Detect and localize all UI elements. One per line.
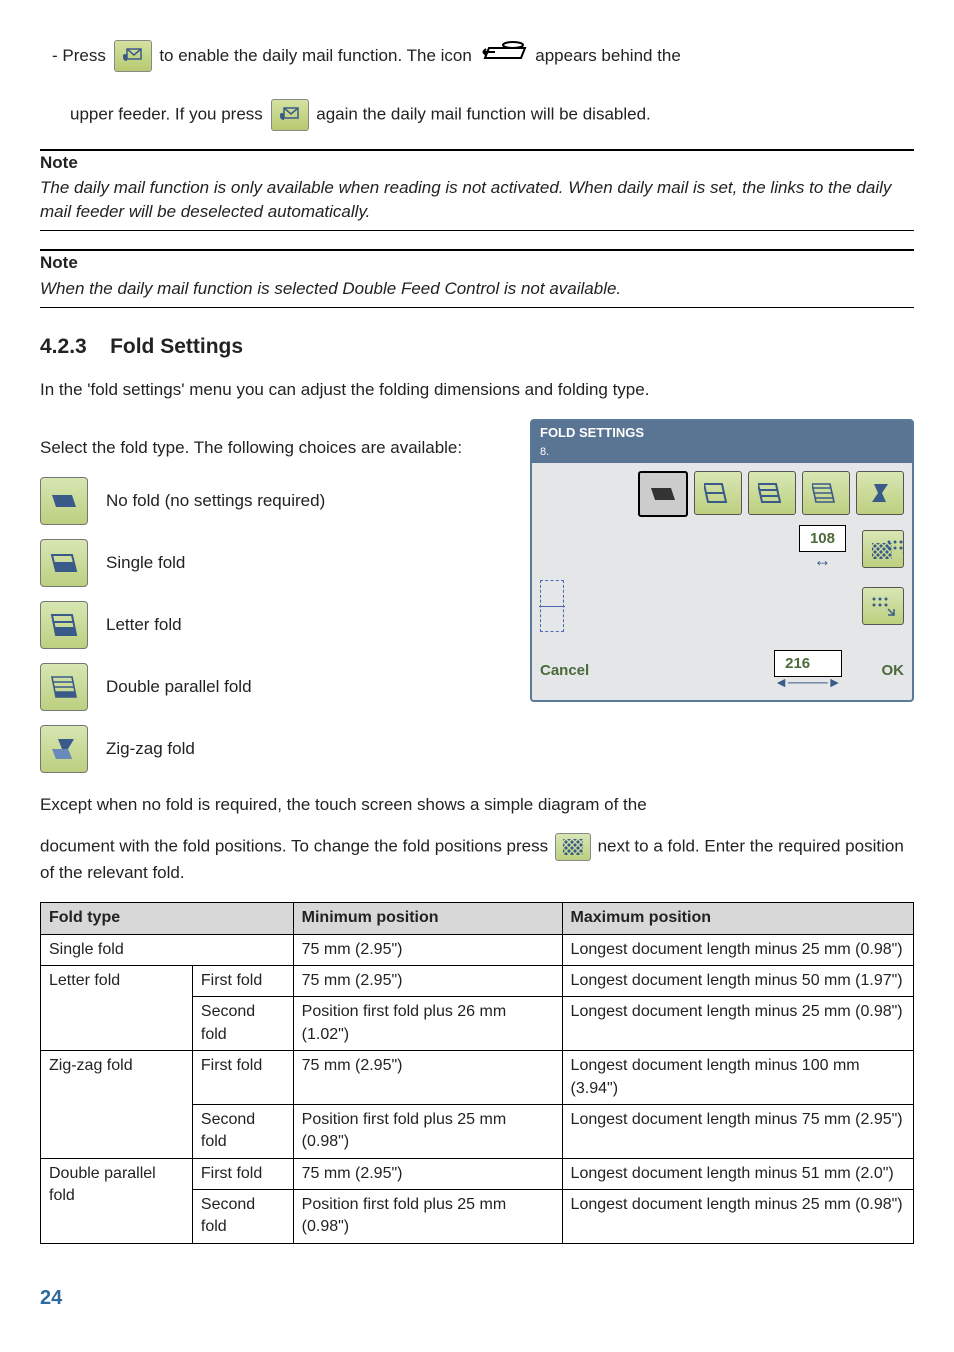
section-title: Fold Settings bbox=[110, 335, 243, 358]
fold-single-row: Single fold bbox=[40, 539, 510, 587]
section-intro: In the 'fold settings' menu you can adju… bbox=[40, 378, 914, 402]
double-parallel-fold-icon bbox=[40, 663, 88, 711]
single-fold-icon bbox=[40, 539, 88, 587]
text: again the daily mail function will be di… bbox=[316, 104, 651, 123]
fold-label: Zig-zag fold bbox=[106, 737, 195, 761]
hand-envelope-icon bbox=[271, 99, 309, 131]
text: to enable the daily mail function. The i… bbox=[159, 46, 476, 65]
th-max: Maximum position bbox=[562, 903, 913, 934]
text: Press bbox=[62, 46, 110, 65]
hand-envelope-icon bbox=[114, 40, 152, 72]
screen-doublefold-button[interactable] bbox=[802, 471, 850, 515]
instruction-item: Press to enable the daily mail function.… bbox=[70, 38, 914, 131]
paragraph: Except when no fold is required, the tou… bbox=[40, 793, 914, 817]
fold-letter-row: Letter fold bbox=[40, 601, 510, 649]
note-label: Note bbox=[40, 151, 914, 175]
tray-icon bbox=[481, 38, 527, 75]
fold-type-list: No fold (no settings required) Single fo… bbox=[40, 477, 510, 773]
zigzag-fold-icon bbox=[40, 725, 88, 773]
ok-button[interactable]: OK bbox=[882, 660, 905, 681]
note-body: The daily mail function is only availabl… bbox=[40, 176, 914, 231]
table-row: Zig-zag fold First fold 75 mm (2.95") Lo… bbox=[41, 1051, 914, 1105]
table-row: Single fold 75 mm (2.95") Longest docume… bbox=[41, 934, 914, 965]
table-row: Letter fold First fold 75 mm (2.95") Lon… bbox=[41, 965, 914, 996]
th-fold-type: Fold type bbox=[41, 903, 294, 934]
fold-none-row: No fold (no settings required) bbox=[40, 477, 510, 525]
fold-double-row: Double parallel fold bbox=[40, 663, 510, 711]
note-block: Note The daily mail function is only ava… bbox=[40, 149, 914, 231]
fold-settings-screenshot: FOLD SETTINGS 8. 108 ↔ bbox=[530, 419, 914, 702]
paper-diagram bbox=[540, 580, 564, 632]
th-min: Minimum position bbox=[293, 903, 562, 934]
section-heading: 4.2.3 Fold Settings bbox=[40, 332, 914, 361]
adjust-position-icon bbox=[555, 833, 591, 861]
letter-fold-icon bbox=[40, 601, 88, 649]
screen-letterfold-button[interactable] bbox=[748, 471, 796, 515]
fold-label: Single fold bbox=[106, 551, 185, 575]
screen-zigzag-button[interactable] bbox=[856, 471, 904, 515]
screen-singlefold-button[interactable] bbox=[694, 471, 742, 515]
fold-label: Double parallel fold bbox=[106, 675, 252, 699]
note-label: Note bbox=[40, 251, 914, 275]
screen-page: 8. bbox=[540, 446, 549, 458]
screen-nofold-button[interactable] bbox=[638, 471, 688, 517]
page-number: 24 bbox=[40, 1284, 914, 1312]
fold-label: No fold (no settings required) bbox=[106, 489, 325, 513]
text: upper feeder. If you press bbox=[70, 104, 268, 123]
paragraph: document with the fold positions. To cha… bbox=[40, 833, 914, 885]
instruction-list: Press to enable the daily mail function.… bbox=[40, 38, 914, 131]
select-text: Select the fold type. The following choi… bbox=[40, 436, 510, 460]
text: appears behind the bbox=[535, 46, 681, 65]
fold-positions-table: Fold type Minimum position Maximum posit… bbox=[40, 902, 914, 1244]
no-fold-icon bbox=[40, 477, 88, 525]
table-row: Double parallel fold First fold 75 mm (2… bbox=[41, 1158, 914, 1189]
text: document with the fold positions. To cha… bbox=[40, 837, 553, 856]
note-body: When the daily mail function is selected… bbox=[40, 277, 914, 308]
section-number: 4.2.3 bbox=[40, 335, 87, 358]
wizard-button-1[interactable] bbox=[862, 530, 904, 568]
cancel-button[interactable]: Cancel bbox=[540, 660, 589, 681]
fold-zigzag-row: Zig-zag fold bbox=[40, 725, 510, 773]
wizard-button-2[interactable] bbox=[862, 587, 904, 625]
fold-label: Letter fold bbox=[106, 613, 182, 637]
screen-title: FOLD SETTINGS bbox=[540, 425, 644, 440]
note-block: Note When the daily mail function is sel… bbox=[40, 249, 914, 308]
